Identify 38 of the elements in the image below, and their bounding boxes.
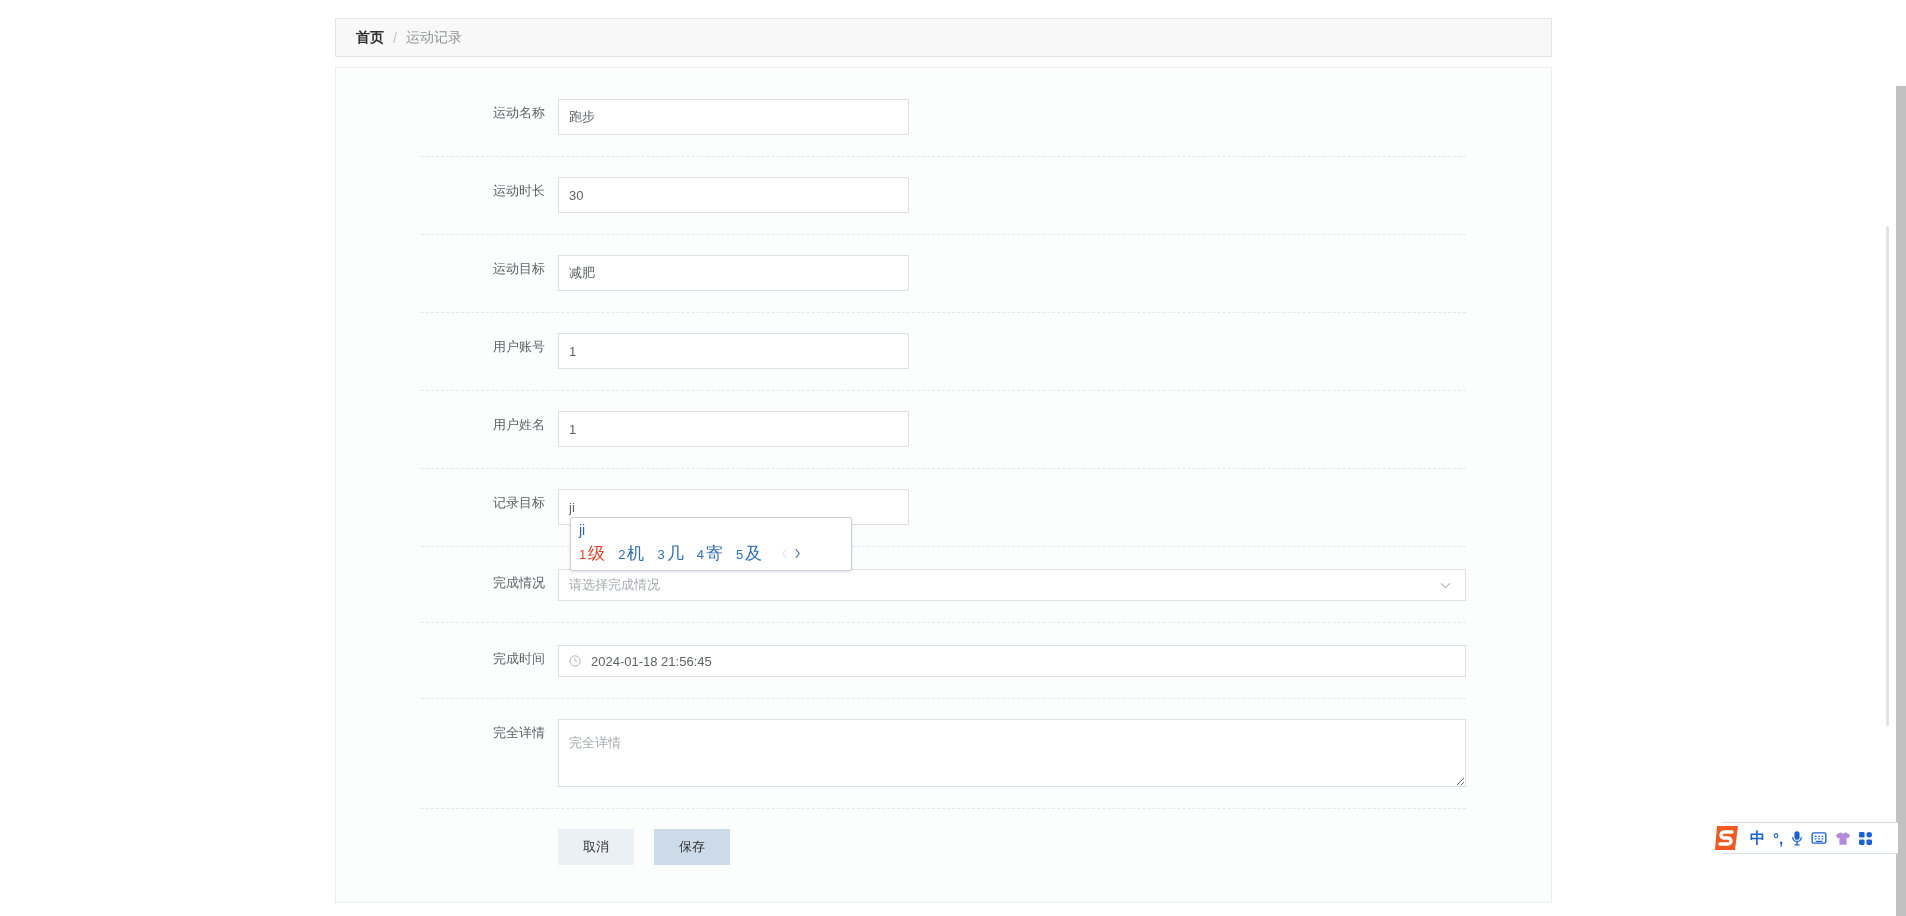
- clock-icon: [569, 655, 581, 667]
- breadcrumb-separator: /: [393, 29, 397, 46]
- field-label: 运动名称: [492, 104, 546, 122]
- field-label: 运动目标: [492, 260, 546, 278]
- grid-icon[interactable]: [1859, 831, 1873, 845]
- ime-candidate[interactable]: 2机: [618, 542, 645, 565]
- ime-composition-text: ji: [579, 522, 586, 540]
- date-time-field[interactable]: 2024-01-18 21:56:45: [558, 645, 1466, 677]
- scrollbar-thumb[interactable]: [1896, 86, 1906, 916]
- field-label: 完全详情: [492, 724, 546, 742]
- breadcrumb-link[interactable]: 首页: [356, 28, 384, 47]
- field-label: 运动时长: [492, 182, 546, 200]
- ime-candidate[interactable]: 4寄: [696, 542, 723, 565]
- cancel-button[interactable]: 取消: [558, 829, 634, 865]
- field-label: 用户账号: [492, 338, 546, 356]
- shirt-icon[interactable]: [1835, 830, 1852, 846]
- ime-candidate[interactable]: 3 几: [657, 542, 684, 565]
- text-area[interactable]: 完全详情: [558, 719, 1466, 787]
- microphone-icon[interactable]: [1791, 830, 1804, 846]
- date-time-value: 2024-01-18 21:56:45: [591, 653, 712, 669]
- field-label: 完成时间: [492, 650, 546, 668]
- input-field[interactable]: 1: [558, 411, 909, 447]
- punctuation-toggle[interactable]: °,: [1773, 829, 1784, 847]
- input-field[interactable]: 1: [558, 333, 909, 369]
- ime-candidate[interactable]: 5及: [735, 542, 763, 565]
- chevron-down-icon: [1440, 581, 1451, 589]
- save-button[interactable]: 保存: [654, 829, 730, 865]
- input-field[interactable]: 30: [558, 177, 909, 213]
- field-label: 完成情况: [492, 574, 546, 592]
- select-placeholder: 请选择完成情况: [569, 576, 660, 594]
- input-mode-toggle[interactable]: 中: [1750, 828, 1765, 848]
- field-label: 记录目标: [492, 494, 546, 512]
- input-field[interactable]: 减肥: [558, 255, 909, 291]
- chevron-right-icon[interactable]: [794, 548, 802, 559]
- keyboard-icon[interactable]: [1811, 832, 1828, 844]
- ime-candidate[interactable]: 1级: [579, 542, 606, 565]
- field-label: 用户姓名: [492, 416, 546, 434]
- input-field[interactable]: 跑步: [558, 99, 909, 135]
